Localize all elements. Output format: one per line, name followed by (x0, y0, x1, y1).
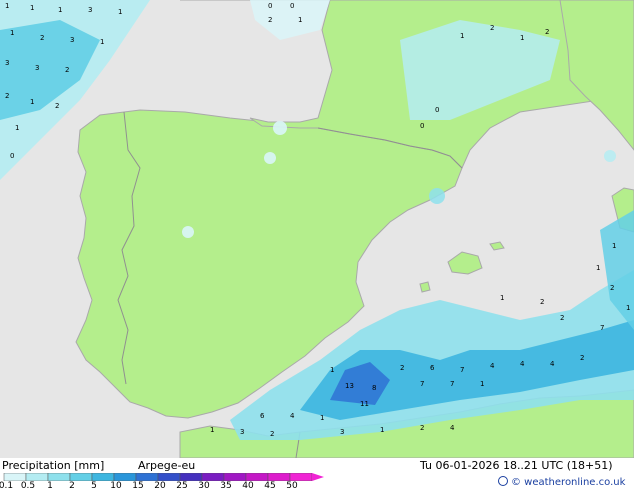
scale-swatch (25, 473, 49, 481)
svg-text:0: 0 (290, 2, 294, 10)
svg-text:2: 2 (580, 354, 584, 362)
scale-swatch (223, 473, 247, 481)
svg-text:7: 7 (600, 324, 604, 332)
svg-text:1: 1 (626, 304, 630, 312)
svg-text:1: 1 (612, 242, 616, 250)
precip-cell (604, 150, 616, 162)
scale-swatch (135, 473, 159, 481)
svg-text:1: 1 (118, 8, 122, 16)
svg-text:1: 1 (520, 34, 524, 42)
svg-text:1: 1 (500, 294, 504, 302)
svg-text:1: 1 (596, 264, 600, 272)
svg-text:2: 2 (400, 364, 404, 372)
svg-text:2: 2 (540, 298, 544, 306)
copyright-icon (498, 476, 508, 486)
svg-text:13: 13 (345, 382, 354, 390)
svg-text:0: 0 (420, 122, 424, 130)
svg-text:8: 8 (372, 384, 376, 392)
legend-title: Precipitation [mm] (2, 459, 105, 472)
ibiza-island (419, 281, 431, 293)
scale-swatch (3, 473, 27, 481)
svg-text:2: 2 (420, 424, 424, 432)
svg-text:7: 7 (420, 380, 424, 388)
precipitation-map: 11131 12 3 1 33 2 21 2 10 0 02 1 1212 00 1121 … (0, 0, 634, 458)
scale-swatch (113, 473, 137, 481)
precip-cell (429, 188, 445, 204)
svg-text:1: 1 (320, 414, 324, 422)
svg-text:1: 1 (480, 380, 484, 388)
svg-text:6: 6 (430, 364, 435, 372)
svg-text:6: 6 (260, 412, 265, 420)
svg-text:3: 3 (35, 64, 39, 72)
svg-text:1: 1 (58, 6, 62, 14)
precip-cell (273, 121, 287, 135)
svg-text:7: 7 (450, 380, 454, 388)
svg-text:2: 2 (270, 430, 274, 438)
svg-text:2: 2 (55, 102, 59, 110)
scale-swatch (69, 473, 93, 481)
svg-text:1: 1 (30, 98, 34, 106)
svg-text:1: 1 (298, 16, 302, 24)
svg-text:1: 1 (30, 4, 34, 12)
scale-swatch (201, 473, 225, 481)
svg-text:3: 3 (70, 36, 74, 44)
scale-swatch (245, 473, 269, 481)
svg-text:1: 1 (210, 426, 214, 434)
svg-text:11: 11 (360, 400, 369, 408)
credit-text: © weatheronline.co.uk (511, 477, 626, 488)
scale-swatch (157, 473, 181, 481)
model-name: Arpege-eu (138, 459, 196, 472)
svg-text:1: 1 (460, 32, 464, 40)
svg-text:1: 1 (10, 29, 14, 37)
scale-swatch (47, 473, 71, 481)
svg-text:2: 2 (610, 284, 614, 292)
svg-text:4: 4 (550, 360, 555, 368)
precip-cell (182, 226, 194, 238)
svg-text:1: 1 (15, 124, 19, 132)
color-scale (3, 473, 324, 481)
scale-swatch (267, 473, 291, 481)
scale-arrow (312, 473, 324, 481)
forecast-time: Tu 06-01-2026 18..21 UTC (18+51) (420, 459, 613, 472)
svg-text:3: 3 (88, 6, 92, 14)
svg-text:4: 4 (450, 424, 455, 432)
scale-swatch (179, 473, 203, 481)
svg-text:1: 1 (5, 2, 9, 10)
svg-text:0: 0 (10, 152, 14, 160)
svg-text:1: 1 (330, 366, 334, 374)
scale-swatch (91, 473, 115, 481)
svg-text:3: 3 (240, 428, 244, 436)
svg-text:7: 7 (460, 366, 464, 374)
svg-text:1: 1 (380, 426, 384, 434)
svg-text:2: 2 (545, 28, 549, 36)
svg-text:4: 4 (290, 412, 295, 420)
svg-text:2: 2 (268, 16, 272, 24)
svg-text:1: 1 (100, 38, 104, 46)
precip-cell (264, 152, 276, 164)
svg-text:2: 2 (490, 24, 494, 32)
svg-text:4: 4 (490, 362, 495, 370)
svg-text:4: 4 (520, 360, 525, 368)
credit-link[interactable]: © weatheronline.co.uk (498, 476, 625, 489)
svg-text:2: 2 (40, 34, 44, 42)
svg-text:2: 2 (560, 314, 564, 322)
svg-text:0: 0 (435, 106, 439, 114)
scale-swatch (289, 473, 313, 481)
svg-text:2: 2 (65, 66, 69, 74)
svg-text:3: 3 (5, 59, 9, 67)
svg-text:3: 3 (340, 428, 344, 436)
svg-text:2: 2 (5, 92, 9, 100)
svg-text:0: 0 (268, 2, 272, 10)
